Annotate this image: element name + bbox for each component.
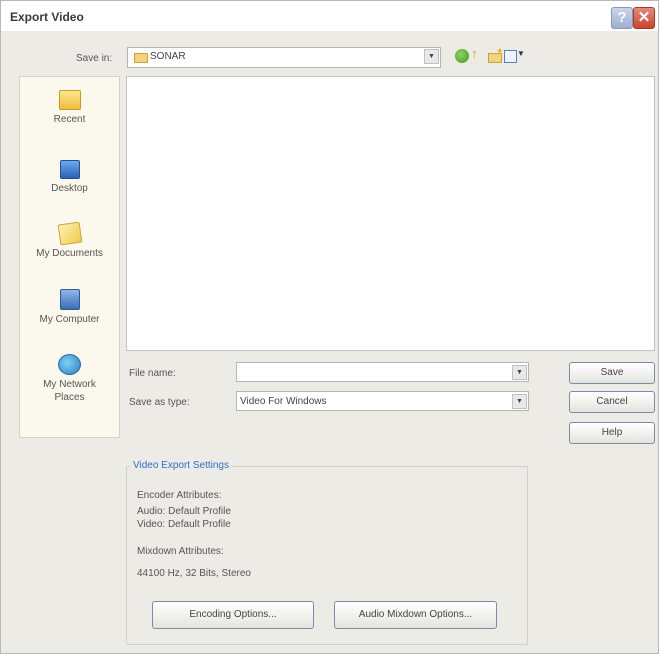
network-places-icon [58, 354, 81, 375]
place-desktop[interactable]: Desktop [20, 160, 119, 195]
place-label: My Network Places [43, 379, 96, 403]
new-folder-icon[interactable]: ✦ [488, 46, 504, 63]
file-name-input[interactable] [239, 364, 509, 380]
encoder-attributes-heading: Encoder Attributes: [137, 490, 222, 501]
encoding-options-button[interactable]: Encoding Options... [152, 601, 314, 629]
place-label: Desktop [51, 183, 88, 194]
save-in-value: SONAR [150, 51, 186, 62]
place-my-computer[interactable]: My Computer [20, 289, 119, 326]
save-in-dropdown[interactable]: SONAR ▼ [127, 47, 441, 68]
audio-mixdown-options-button[interactable]: Audio Mixdown Options... [334, 601, 497, 629]
cancel-button[interactable]: Cancel [569, 391, 655, 413]
help-button[interactable]: Help [569, 422, 655, 444]
audio-profile-text: Audio: Default Profile [137, 506, 231, 517]
desktop-icon [59, 160, 80, 179]
save-in-label: Save in: [76, 53, 113, 64]
place-network-places[interactable]: My Network Places [20, 354, 119, 404]
help-title-button[interactable]: ? [611, 7, 633, 29]
save-button[interactable]: Save [569, 362, 655, 384]
title-bar: Export Video ? ✕ [1, 1, 658, 31]
window-title: Export Video [10, 10, 84, 24]
back-icon[interactable] [455, 49, 469, 63]
video-profile-text: Video: Default Profile [137, 519, 231, 530]
mixdown-attributes-heading: Mixdown Attributes: [137, 546, 224, 557]
views-menu-icon[interactable]: ▼ [504, 49, 525, 63]
place-label: My Documents [36, 248, 103, 259]
chevron-down-icon[interactable]: ▼ [512, 394, 527, 409]
place-my-documents[interactable]: My Documents [20, 221, 119, 260]
up-folder-icon[interactable]: ↑ [471, 46, 485, 61]
group-title: Video Export Settings [130, 460, 232, 471]
export-video-dialog: Export Video ? ✕ Save in: SONAR ▼ ↑ ✦ ▼ … [0, 0, 659, 654]
place-label: Recent [53, 114, 86, 125]
mixdown-format-text: 44100 Hz, 32 Bits, Stereo [137, 568, 251, 579]
file-list[interactable] [126, 76, 655, 351]
place-label: My Computer [39, 314, 100, 325]
save-as-type-value: Video For Windows [240, 396, 327, 407]
folder-icon [134, 53, 148, 63]
file-name-combo[interactable]: ▼ [236, 362, 529, 382]
place-recent[interactable]: Recent [20, 90, 119, 126]
places-bar: Recent Desktop My Documents My Computer … [19, 76, 120, 438]
recent-icon [58, 90, 81, 110]
my-documents-icon [57, 221, 82, 246]
my-computer-icon [59, 289, 80, 310]
chevron-down-icon[interactable]: ▼ [424, 49, 439, 64]
save-as-type-dropdown[interactable]: Video For Windows ▼ [236, 391, 529, 411]
chevron-down-icon[interactable]: ▼ [512, 365, 527, 380]
save-as-type-label: Save as type: [129, 397, 190, 408]
close-button[interactable]: ✕ [633, 7, 655, 29]
file-name-label: File name: [129, 368, 176, 379]
